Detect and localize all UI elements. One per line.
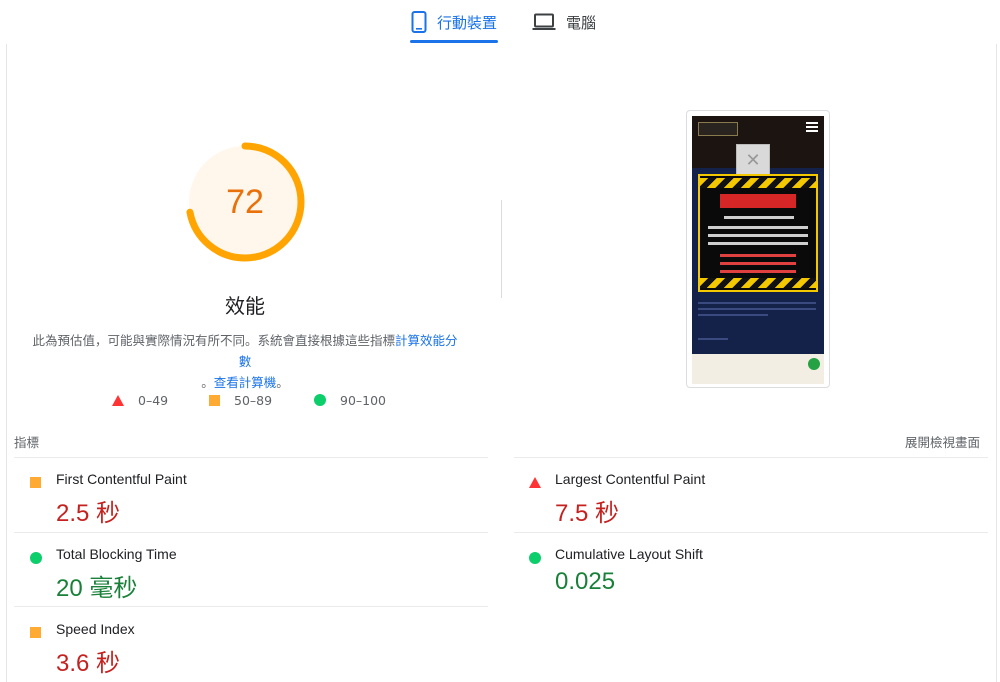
laptop-icon bbox=[532, 13, 556, 31]
legend-good: 90–100 bbox=[314, 392, 386, 408]
warning-banner bbox=[698, 174, 818, 292]
divider bbox=[14, 457, 488, 458]
performance-score: 72 bbox=[226, 182, 264, 221]
tab-mobile-label: 行動裝置 bbox=[436, 13, 497, 32]
metric-value: 7.5 秒 bbox=[555, 500, 620, 527]
frame-edge-left bbox=[6, 44, 7, 682]
smartphone-icon bbox=[411, 11, 427, 33]
frame-edge-right bbox=[996, 44, 997, 682]
tab-desktop-label: 電腦 bbox=[566, 13, 597, 32]
chat-bubble-icon bbox=[808, 358, 820, 370]
active-tab-indicator bbox=[410, 40, 498, 43]
metric-value: 0.025 bbox=[555, 568, 616, 595]
score-description: 此為預估值，可能與實際情況有所不同。系統會直接根據這些指標計算效能分數 。查看計算… bbox=[32, 333, 458, 390]
circle-icon bbox=[30, 552, 42, 564]
hamburger-menu-icon bbox=[806, 122, 818, 132]
device-tabs: 行動裝置 電腦 bbox=[0, 0, 1000, 44]
metric-name: Speed Index bbox=[56, 621, 135, 637]
vertical-divider bbox=[501, 200, 502, 298]
triangle-icon bbox=[112, 394, 124, 406]
divider bbox=[514, 457, 988, 458]
square-icon bbox=[30, 627, 41, 638]
circle-icon bbox=[314, 394, 326, 406]
triangle-icon bbox=[529, 477, 541, 488]
metric-value: 3.6 秒 bbox=[56, 650, 121, 677]
legend-average: 50–89 bbox=[209, 392, 272, 408]
square-icon bbox=[209, 394, 220, 406]
metric-value: 20 毫秒 bbox=[56, 575, 138, 602]
legend-poor: 0–49 bbox=[112, 392, 168, 408]
divider bbox=[514, 532, 988, 533]
divider bbox=[14, 606, 488, 607]
metric-value: 2.5 秒 bbox=[56, 500, 121, 527]
calculator-link[interactable]: 查看計算機 bbox=[214, 375, 277, 390]
expand-view-toggle[interactable]: 展開檢視畫面 bbox=[905, 432, 980, 451]
metric-name: Cumulative Layout Shift bbox=[555, 546, 703, 562]
tab-desktop[interactable]: 電腦 bbox=[532, 0, 602, 44]
divider bbox=[14, 532, 488, 533]
square-icon bbox=[30, 477, 41, 488]
circle-icon bbox=[529, 552, 541, 564]
metric-name: Largest Contentful Paint bbox=[555, 471, 706, 487]
page-screenshot-thumbnail[interactable]: ✕ bbox=[686, 110, 830, 388]
tab-mobile[interactable]: 行動裝置 bbox=[410, 0, 498, 44]
metric-name: First Contentful Paint bbox=[56, 471, 187, 487]
metric-name: Total Blocking Time bbox=[56, 546, 177, 562]
screenshot-image: ✕ bbox=[692, 116, 824, 384]
performance-label: 效能 bbox=[225, 294, 265, 318]
broken-image-icon: ✕ bbox=[736, 144, 770, 176]
site-logo bbox=[698, 122, 738, 136]
metrics-title: 指標 bbox=[14, 435, 40, 450]
